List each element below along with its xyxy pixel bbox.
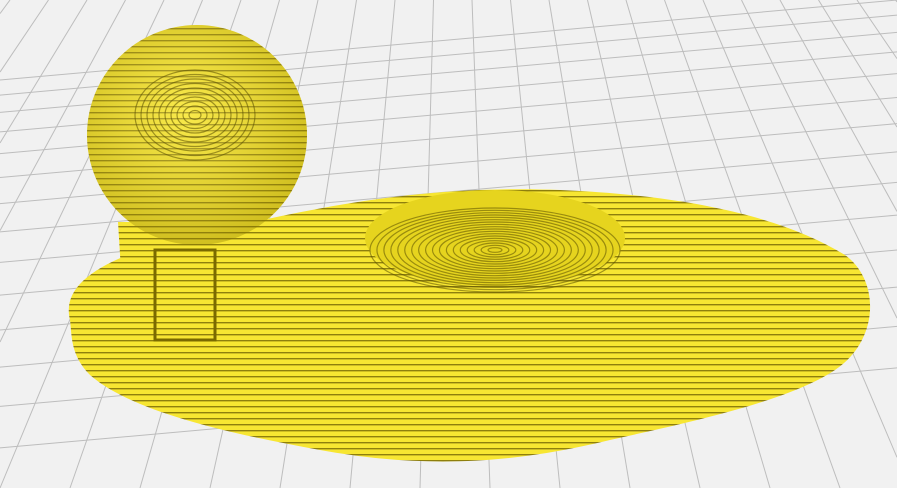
grid-line [0,0,11,14]
grid-line [0,0,88,144]
grid-line [856,0,897,59]
3d-viewport[interactable] [0,0,897,488]
sphere-shading [87,25,307,245]
build-plate-scene[interactable] [0,0,897,488]
grid-line [0,0,49,73]
